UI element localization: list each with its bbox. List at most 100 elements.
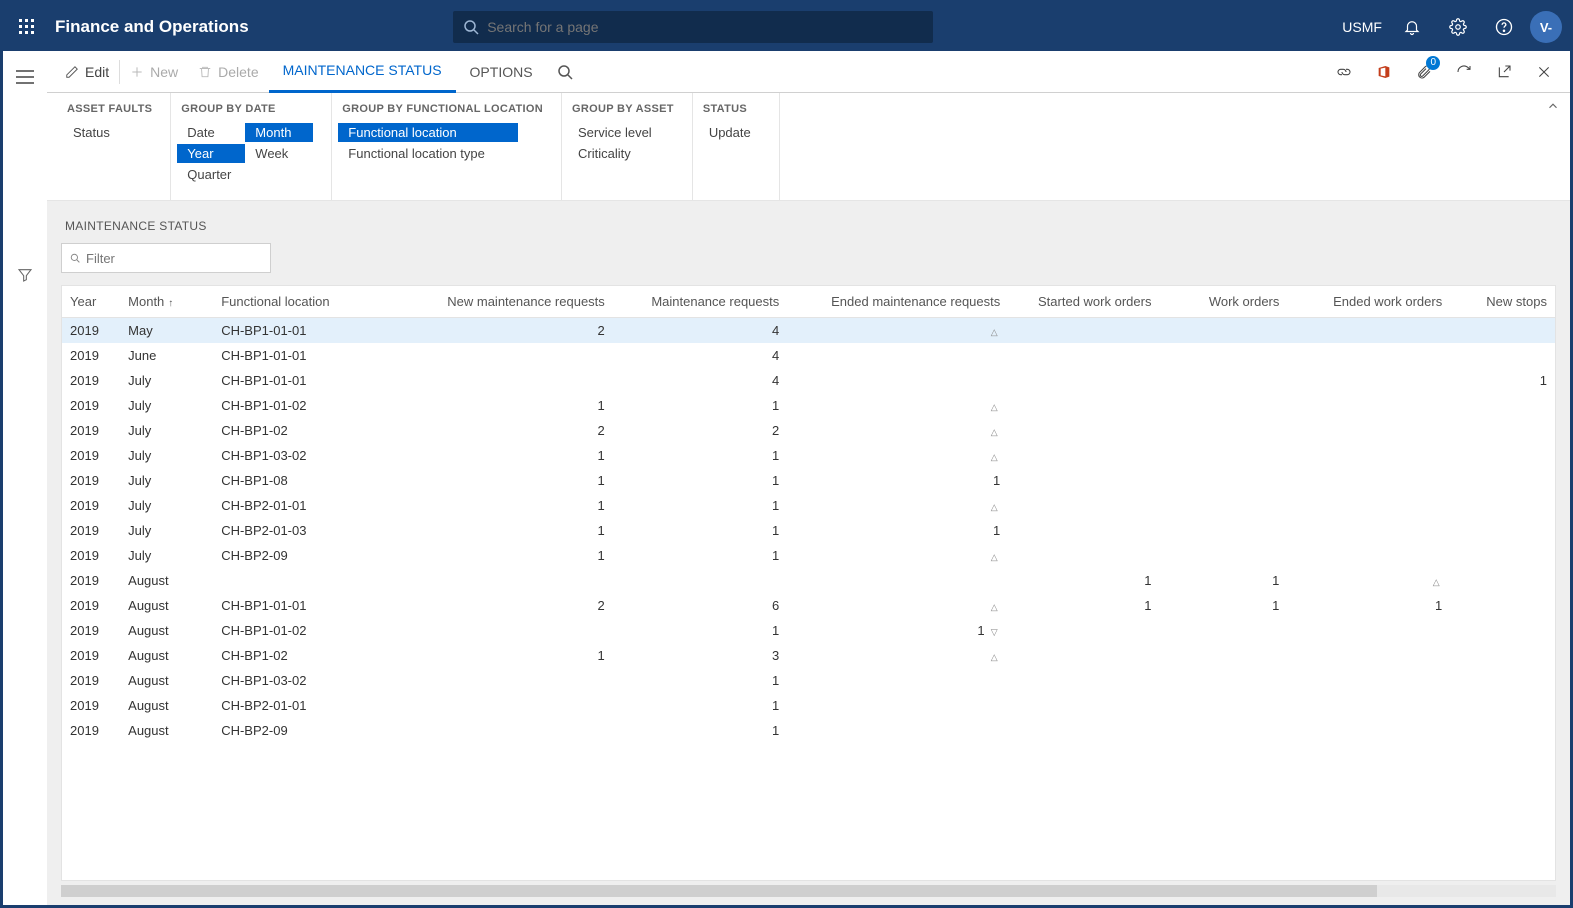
app-launcher-icon[interactable] xyxy=(11,11,43,43)
grid-filter-input[interactable] xyxy=(86,251,262,266)
cell xyxy=(1287,493,1450,518)
hamburger-icon[interactable] xyxy=(11,63,39,91)
ribbon-item-year[interactable]: Year xyxy=(177,144,245,163)
settings-icon[interactable] xyxy=(1438,3,1478,51)
cell: 1 xyxy=(613,693,787,718)
cell: August xyxy=(120,568,213,593)
cell: 1 xyxy=(1159,568,1287,593)
table-row[interactable]: 2019MayCH-BP1-01-0124△ xyxy=(62,318,1555,344)
cell: July xyxy=(120,518,213,543)
cell: CH-BP1-03-02 xyxy=(213,668,411,693)
col-header[interactable]: Year xyxy=(62,286,120,318)
refresh-icon[interactable] xyxy=(1446,54,1482,90)
col-header[interactable]: Ended work orders xyxy=(1287,286,1450,318)
col-header[interactable]: Started work orders xyxy=(1008,286,1159,318)
trend-up-icon: △ xyxy=(988,602,1000,613)
col-header[interactable]: New stops xyxy=(1450,286,1555,318)
company-label[interactable]: USMF xyxy=(1342,19,1382,35)
help-icon[interactable] xyxy=(1484,3,1524,51)
table-row[interactable]: 2019JulyCH-BP1-08111 xyxy=(62,468,1555,493)
ribbon-item-quarter[interactable]: Quarter xyxy=(177,165,245,184)
cell: 2019 xyxy=(62,418,120,443)
table-row[interactable]: 2019AugustCH-BP1-01-0126△111 xyxy=(62,593,1555,618)
ribbon-item-update[interactable]: Update xyxy=(699,123,761,142)
ribbon-item-service-level[interactable]: Service level xyxy=(568,123,674,142)
cell xyxy=(1287,393,1450,418)
table-row[interactable]: 2019JulyCH-BP1-0222△ xyxy=(62,418,1555,443)
search-action-button[interactable] xyxy=(547,51,583,93)
table-row[interactable]: 2019JuneCH-BP1-01-014 xyxy=(62,343,1555,368)
ribbon: ASSET FAULTS Status GROUP BY DATE DateMo… xyxy=(47,93,1570,201)
cell: August xyxy=(120,693,213,718)
table-row[interactable]: 2019AugustCH-BP1-03-021 xyxy=(62,668,1555,693)
table-row[interactable]: 2019AugustCH-BP2-091 xyxy=(62,718,1555,743)
user-avatar[interactable]: V- xyxy=(1530,11,1562,43)
col-header[interactable]: New maintenance requests xyxy=(411,286,613,318)
cell xyxy=(1159,518,1287,543)
cell xyxy=(1008,368,1159,393)
global-search-input[interactable] xyxy=(487,19,923,35)
office-icon[interactable] xyxy=(1366,54,1402,90)
edit-button[interactable]: Edit xyxy=(55,51,119,93)
popout-icon[interactable] xyxy=(1486,54,1522,90)
cell: July xyxy=(120,393,213,418)
table-row[interactable]: 2019JulyCH-BP2-01-0111△ xyxy=(62,493,1555,518)
table-row[interactable]: 2019JulyCH-BP2-01-03111 xyxy=(62,518,1555,543)
trend-up-icon: △ xyxy=(988,327,1000,338)
ribbon-item-functional-location-type[interactable]: Functional location type xyxy=(338,144,518,163)
cell xyxy=(787,368,1008,393)
cell xyxy=(1008,543,1159,568)
cell xyxy=(1450,518,1555,543)
notifications-icon[interactable] xyxy=(1392,3,1432,51)
cell: 2019 xyxy=(62,318,120,344)
table-row[interactable]: 2019AugustCH-BP1-01-0211 ▽ xyxy=(62,618,1555,643)
tab-options[interactable]: OPTIONS xyxy=(456,51,547,93)
cell xyxy=(1450,493,1555,518)
cell: 1 xyxy=(613,668,787,693)
cell xyxy=(1450,468,1555,493)
col-header[interactable]: Maintenance requests xyxy=(613,286,787,318)
cell xyxy=(1159,368,1287,393)
attachments-icon[interactable]: 0 xyxy=(1406,54,1442,90)
table-row[interactable]: 2019JulyCH-BP1-03-0211△ xyxy=(62,443,1555,468)
table-row[interactable]: 2019AugustCH-BP1-0213△ xyxy=(62,643,1555,668)
ribbon-item-week[interactable]: Week xyxy=(245,144,313,163)
cell xyxy=(1159,393,1287,418)
ribbon-item-criticality[interactable]: Criticality xyxy=(568,144,674,163)
col-header[interactable]: Month↑ xyxy=(120,286,213,318)
close-icon[interactable] xyxy=(1526,54,1562,90)
table-row[interactable]: 2019August11△ xyxy=(62,568,1555,593)
filter-pane-icon[interactable] xyxy=(11,261,39,289)
table-row[interactable]: 2019JulyCH-BP2-0911△ xyxy=(62,543,1555,568)
cell: 1 ▽ xyxy=(787,618,1008,643)
cell: 1 xyxy=(411,393,613,418)
table-row[interactable]: 2019AugustCH-BP2-01-011 xyxy=(62,693,1555,718)
cell: CH-BP1-01-01 xyxy=(213,368,411,393)
cell xyxy=(1450,668,1555,693)
ribbon-item-date[interactable]: Date xyxy=(177,123,245,142)
ribbon-group-by-asset: GROUP BY ASSET Service level Criticality xyxy=(562,93,693,200)
cell: 1 xyxy=(1159,593,1287,618)
table-row[interactable]: 2019JulyCH-BP1-01-0141 xyxy=(62,368,1555,393)
ribbon-item-status[interactable]: Status xyxy=(63,123,152,142)
group-title: GROUP BY ASSET xyxy=(568,103,674,115)
ribbon-item-month[interactable]: Month xyxy=(245,123,313,142)
link-icon[interactable] xyxy=(1326,54,1362,90)
col-header[interactable]: Work orders xyxy=(1159,286,1287,318)
horizontal-scrollbar[interactable] xyxy=(61,885,1556,897)
cell xyxy=(1008,468,1159,493)
cell: 1 xyxy=(1008,593,1159,618)
col-header[interactable]: Ended maintenance requests xyxy=(787,286,1008,318)
action-bar: Edit New Delete MAINTENANCE STATUS OPTIO… xyxy=(47,51,1570,93)
tab-maintenance-status[interactable]: MAINTENANCE STATUS xyxy=(269,51,456,93)
table-row[interactable]: 2019JulyCH-BP1-01-0211△ xyxy=(62,393,1555,418)
data-grid[interactable]: YearMonth↑Functional locationNew mainten… xyxy=(61,285,1556,881)
col-header[interactable]: Functional location xyxy=(213,286,411,318)
grid-filter[interactable] xyxy=(61,243,271,273)
cell: 1 xyxy=(613,543,787,568)
global-header: Finance and Operations USMF V- xyxy=(3,3,1570,51)
cell xyxy=(1008,518,1159,543)
collapse-ribbon-icon[interactable] xyxy=(1546,99,1560,113)
ribbon-item-functional-location[interactable]: Functional location xyxy=(338,123,518,142)
global-search[interactable] xyxy=(453,11,933,43)
